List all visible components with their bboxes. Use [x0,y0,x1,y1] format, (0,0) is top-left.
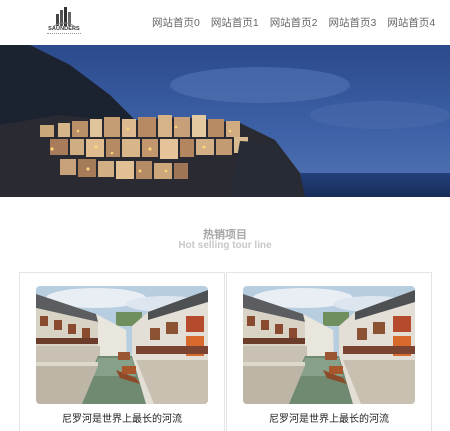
tour-card-image[interactable] [36,286,208,404]
nav-item-1[interactable]: 网站首页1 [211,15,259,30]
canal-town-image [36,286,208,404]
nav-item-2[interactable]: 网站首页2 [270,15,318,30]
hero-image [0,45,450,197]
tour-card-title[interactable]: 尼罗河是世界上最长的河流 [20,410,224,425]
tour-card[interactable]: 尼罗河是世界上最长的河流 [226,272,432,431]
hero-banner [0,45,450,197]
nav-item-3[interactable]: 网站首页3 [329,15,377,30]
main-nav: 网站首页0 网站首页1 网站首页2 网站首页3 网站首页4 [152,15,446,30]
tour-card-image[interactable] [243,286,415,404]
tour-card-title[interactable]: 尼罗河是世界上最长的河流 [227,410,431,425]
nav-item-0[interactable]: 网站首页0 [152,15,200,30]
canal-town-image [243,286,415,404]
site-header: SAUNDERS 网站首页0 网站首页1 网站首页2 网站首页3 网站首页4 [0,0,450,45]
tour-card[interactable]: 尼罗河是世界上最长的河流 [19,272,225,431]
section-subtitle: Hot selling tour line [178,240,272,251]
logo-text: SAUNDERS [48,26,80,32]
nav-item-4[interactable]: 网站首页4 [387,15,435,30]
logo-tagline [47,33,81,35]
logo[interactable]: SAUNDERS [44,6,84,38]
logo-building-icon [53,7,75,27]
